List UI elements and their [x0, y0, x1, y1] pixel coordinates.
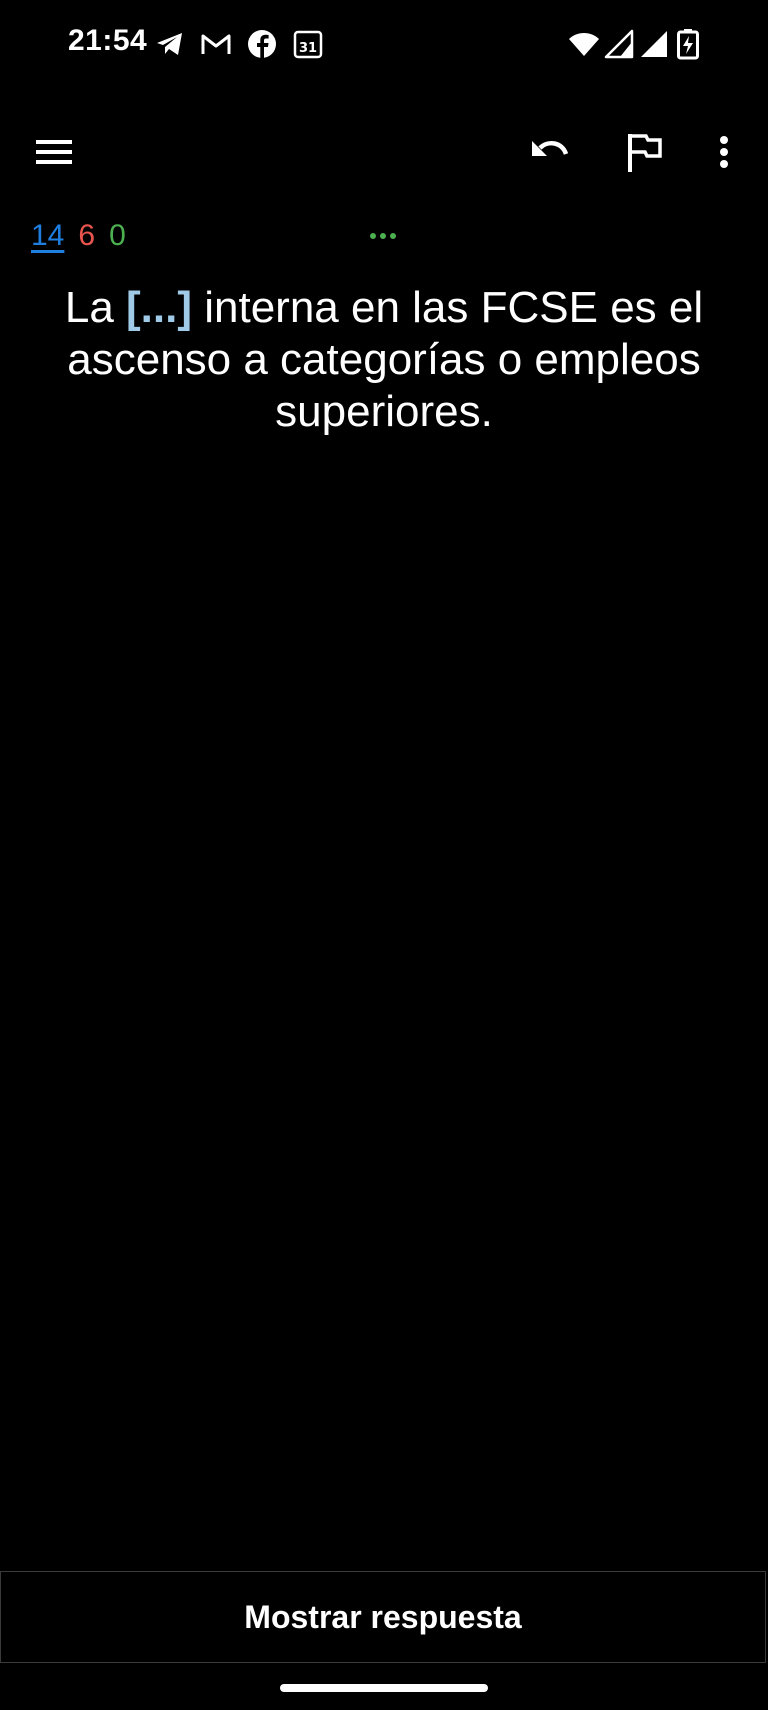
facebook-icon [246, 28, 278, 60]
battery-charging-icon [676, 28, 700, 60]
toolbar [0, 110, 768, 190]
show-answer-button[interactable]: Mostrar respuesta [0, 1571, 766, 1663]
review-count: 0 [109, 219, 126, 252]
flag-icon[interactable] [622, 128, 670, 176]
calendar-day-text: 31 [299, 41, 317, 56]
cloze-placeholder: [...] [126, 283, 192, 332]
more-vert-icon[interactable] [700, 128, 748, 176]
card-counts: 14 6 0 [31, 216, 126, 256]
gmail-icon [200, 28, 232, 60]
telegram-icon [154, 28, 186, 60]
menu-icon[interactable] [30, 128, 78, 176]
wifi-icon [568, 28, 600, 60]
new-count: 14 [31, 219, 65, 252]
signal-icon [638, 28, 670, 60]
gesture-nav-handle[interactable] [280, 1684, 488, 1692]
undo-icon[interactable] [526, 128, 574, 176]
timer-dots-icon [368, 226, 398, 246]
signal-icon [604, 28, 636, 60]
status-bar: 21:54 31 [0, 0, 768, 90]
calendar-icon: 31 [292, 28, 324, 60]
learning-count: 6 [78, 219, 96, 252]
card-question: La [...] interna en las FCSE es el ascen… [40, 282, 728, 438]
status-time: 21:54 [68, 24, 148, 57]
question-text-before: La [64, 283, 127, 332]
